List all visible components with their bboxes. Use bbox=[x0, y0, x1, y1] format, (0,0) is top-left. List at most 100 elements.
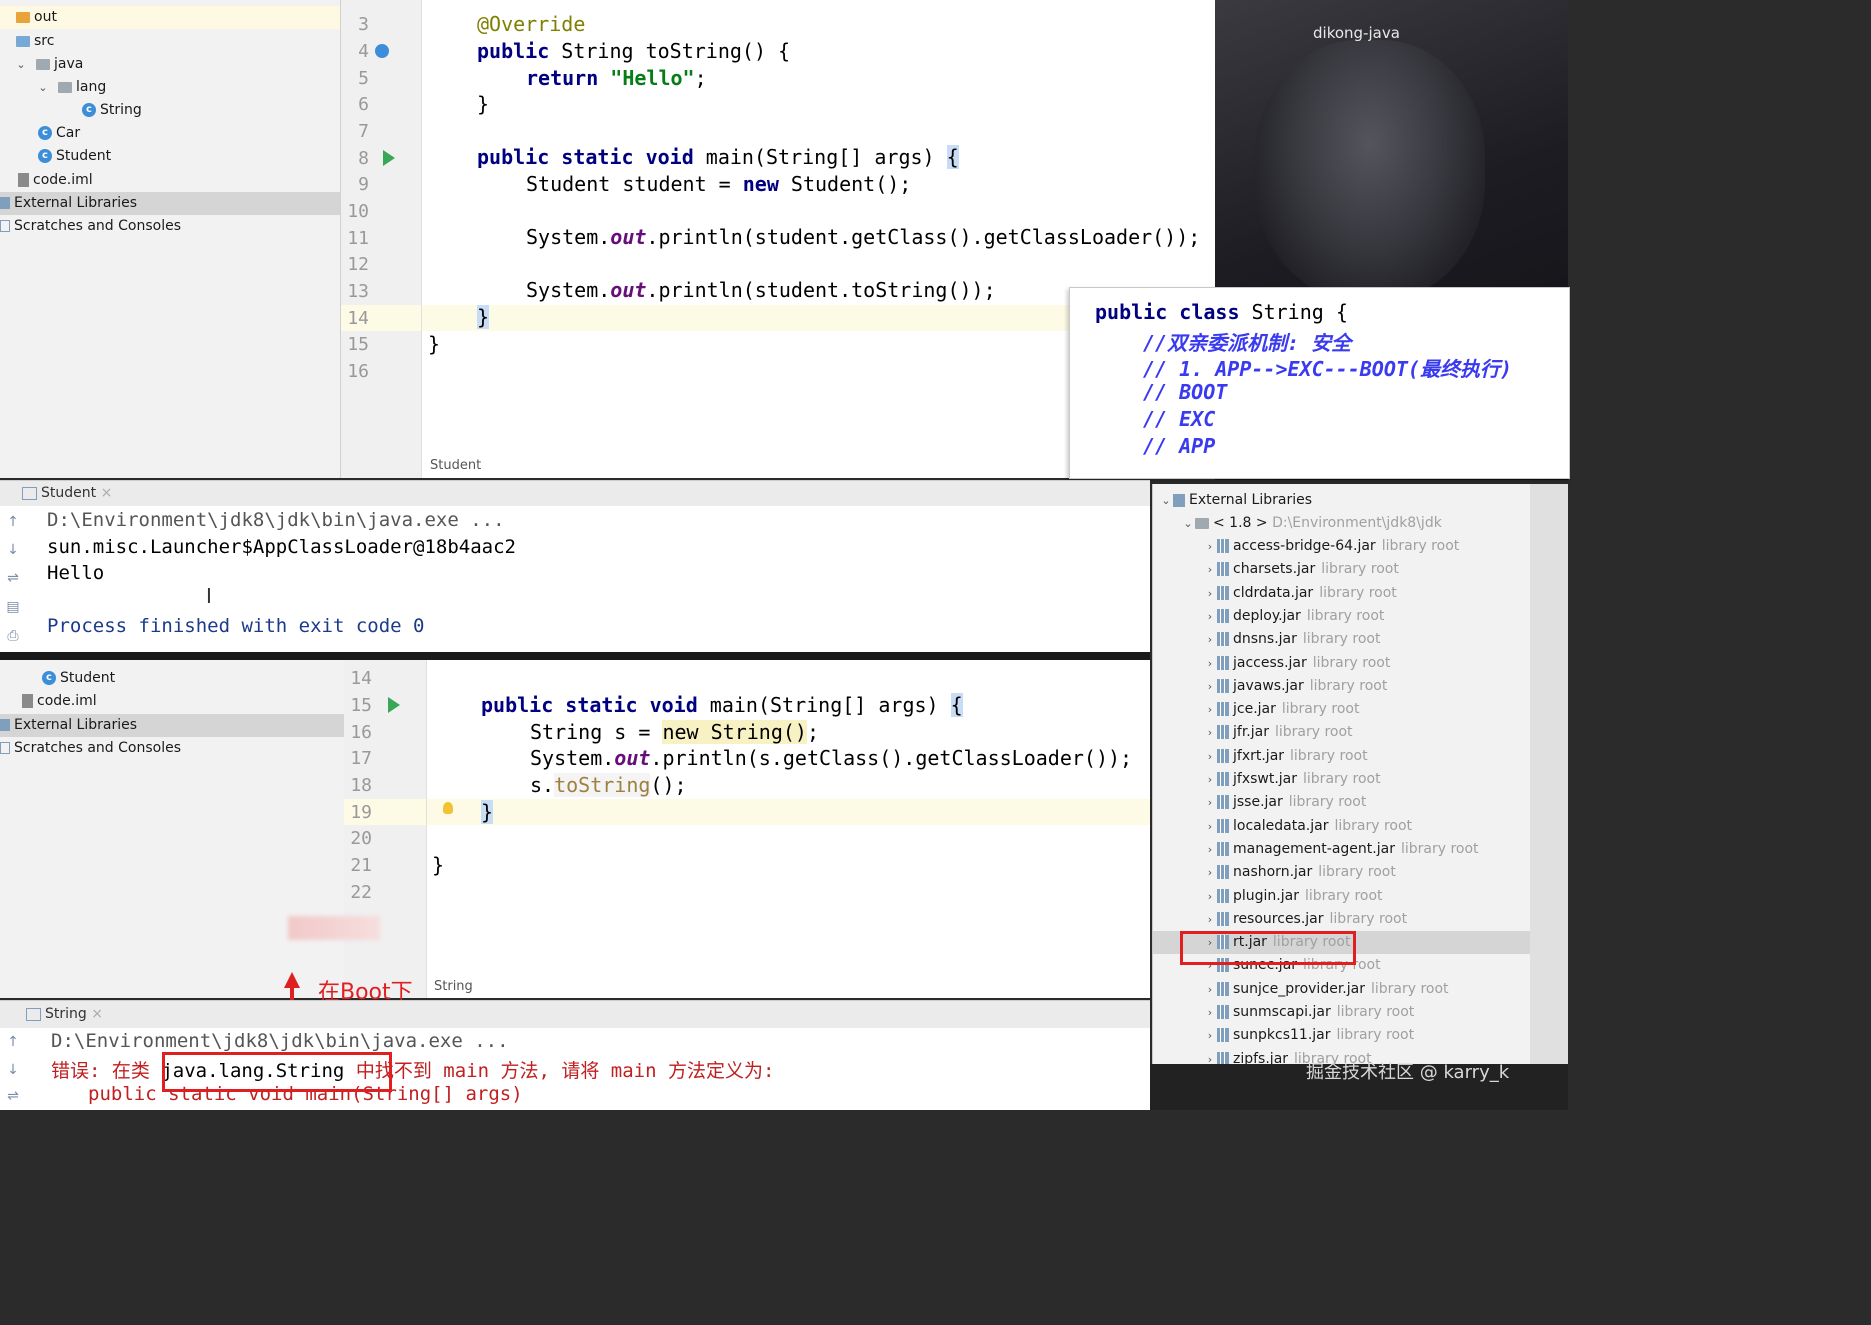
scroll-up-icon[interactable]: ↑ bbox=[4, 1034, 22, 1052]
jar-item[interactable]: › jfxswt.jar library root bbox=[1203, 768, 1381, 791]
chevron-right-icon[interactable]: › bbox=[1203, 908, 1217, 931]
chevron-right-icon[interactable]: › bbox=[1203, 838, 1217, 861]
console-error: 错误: 在类 java.lang.String 中找不到 main 方法, 请将… bbox=[51, 1060, 775, 1082]
chevron-right-icon[interactable]: › bbox=[1203, 791, 1217, 814]
jar-item[interactable]: › management-agent.jar library root bbox=[1203, 838, 1479, 861]
soft-wrap-icon[interactable]: ⇌ bbox=[4, 570, 22, 588]
chevron-right-icon[interactable]: › bbox=[1203, 1001, 1217, 1024]
jar-item[interactable]: › jfxrt.jar library root bbox=[1203, 745, 1368, 768]
jar-root-label: library root bbox=[1329, 910, 1408, 927]
jar-icon bbox=[1217, 1028, 1229, 1043]
jar-item[interactable]: › plugin.jar library root bbox=[1203, 885, 1383, 908]
jar-item[interactable]: › sunjce_provider.jar library root bbox=[1203, 978, 1449, 1001]
tree-item-src[interactable]: src bbox=[0, 30, 54, 53]
tree-item-scratches[interactable]: Scratches and Consoles bbox=[0, 737, 181, 760]
jar-item[interactable]: › deploy.jar library root bbox=[1203, 605, 1385, 628]
tree-item-student[interactable]: c Student bbox=[38, 145, 111, 168]
chevron-right-icon[interactable]: › bbox=[1203, 1024, 1217, 1047]
console-exit-message: Process finished with exit code 0 bbox=[47, 615, 425, 637]
print-icon[interactable]: ⎙ bbox=[4, 628, 22, 646]
chevron-right-icon[interactable]: › bbox=[1203, 745, 1217, 768]
chevron-down-icon[interactable]: ⌄ bbox=[1159, 489, 1173, 512]
chevron-right-icon[interactable]: › bbox=[1203, 768, 1217, 791]
tree-item-code-iml[interactable]: code.iml bbox=[18, 169, 93, 192]
chevron-right-icon[interactable]: › bbox=[1203, 628, 1217, 651]
tree-item-student[interactable]: c Student bbox=[42, 667, 115, 690]
scroll-down-icon[interactable]: ↓ bbox=[4, 1062, 22, 1080]
soft-wrap-icon[interactable]: ⇌ bbox=[4, 1088, 22, 1106]
tree-item-external-libraries[interactable]: External Libraries bbox=[0, 192, 340, 215]
jar-item[interactable]: › javaws.jar library root bbox=[1203, 675, 1388, 698]
lightbulb-icon[interactable] bbox=[443, 802, 453, 814]
jar-item[interactable]: › access-bridge-64.jar library root bbox=[1203, 535, 1459, 558]
jar-icon bbox=[1217, 539, 1229, 553]
jar-name: jaccess.jar bbox=[1233, 654, 1307, 671]
jar-item[interactable]: › dnsns.jar library root bbox=[1203, 628, 1381, 651]
chevron-right-icon[interactable]: › bbox=[1203, 721, 1217, 744]
tree-item-out[interactable]: out bbox=[0, 6, 340, 29]
code-line-13: System.out.println(student.toString()); bbox=[526, 278, 996, 302]
jar-item[interactable]: › sunpkcs11.jar library root bbox=[1203, 1024, 1414, 1047]
tree-item-java[interactable]: ⌄ java bbox=[14, 53, 83, 76]
chevron-right-icon[interactable]: › bbox=[1203, 535, 1217, 558]
chevron-right-icon[interactable]: › bbox=[1203, 885, 1217, 908]
scroll-up-icon[interactable]: ↑ bbox=[4, 514, 22, 532]
code-line-9: Student student = new Student(); bbox=[526, 172, 912, 196]
jar-root-label: library root bbox=[1400, 840, 1479, 857]
popup-line-5: // EXC bbox=[1143, 407, 1216, 431]
close-tab-icon[interactable]: × bbox=[91, 1006, 103, 1022]
line-number: 16 bbox=[347, 361, 369, 382]
libs-root[interactable]: ⌄ External Libraries bbox=[1159, 489, 1312, 512]
tree-item-lang[interactable]: ⌄ lang bbox=[36, 76, 106, 99]
line-number: 14 bbox=[350, 668, 372, 689]
jar-icon bbox=[1217, 772, 1229, 786]
chevron-right-icon[interactable]: › bbox=[1203, 815, 1217, 838]
libs-jdk[interactable]: ⌄ < 1.8 > D:\Environment\jdk8\jdk bbox=[1181, 512, 1441, 535]
chevron-right-icon[interactable]: › bbox=[1203, 582, 1217, 605]
tree-item-car[interactable]: c Car bbox=[38, 122, 80, 145]
breadcrumb[interactable]: Student bbox=[430, 458, 481, 473]
jar-item[interactable]: › jsse.jar library root bbox=[1203, 791, 1367, 814]
chevron-right-icon[interactable]: › bbox=[1203, 675, 1217, 698]
scroll-down-icon[interactable]: ↓ bbox=[4, 542, 22, 560]
jar-item[interactable]: › nashorn.jar library root bbox=[1203, 861, 1396, 884]
jar-item[interactable]: › jfr.jar library root bbox=[1203, 721, 1353, 744]
run-console-top[interactable]: ↑ ↓ ⇌ ▤ ⎙ D:\Environment\jdk8\jdk\bin\ja… bbox=[0, 506, 1150, 652]
libs-scrollbar[interactable] bbox=[1530, 484, 1568, 1064]
chevron-right-icon[interactable]: › bbox=[1203, 605, 1217, 628]
chevron-down-icon[interactable]: ⌄ bbox=[14, 53, 28, 76]
chevron-right-icon[interactable]: › bbox=[1203, 861, 1217, 884]
run-gutter-icon[interactable] bbox=[388, 697, 400, 713]
chevron-right-icon[interactable]: › bbox=[1203, 978, 1217, 1001]
tree-item-external-libraries[interactable]: External Libraries bbox=[0, 714, 344, 737]
scroll-to-end-icon[interactable]: ▤ bbox=[4, 599, 22, 617]
jar-item[interactable]: › charsets.jar library root bbox=[1203, 558, 1399, 581]
jar-icon bbox=[1217, 981, 1229, 996]
chevron-down-icon[interactable]: ⌄ bbox=[1181, 512, 1195, 535]
chevron-right-icon[interactable]: › bbox=[1203, 1048, 1217, 1064]
chevron-right-icon[interactable]: › bbox=[1203, 558, 1217, 581]
tree-item-scratches[interactable]: Scratches and Consoles bbox=[0, 215, 181, 238]
tree-item-string[interactable]: c String bbox=[82, 99, 142, 122]
jar-item[interactable]: › jaccess.jar library root bbox=[1203, 652, 1391, 675]
close-tab-icon[interactable]: × bbox=[101, 485, 113, 501]
jar-item[interactable]: › resources.jar library root bbox=[1203, 908, 1407, 931]
jar-icon bbox=[1217, 911, 1229, 926]
override-icon[interactable] bbox=[375, 44, 389, 58]
jar-item[interactable]: › localedata.jar library root bbox=[1203, 815, 1412, 838]
jar-item[interactable]: › sunmscapi.jar library root bbox=[1203, 1001, 1414, 1024]
code-line-4: public String toString() { bbox=[477, 39, 791, 63]
jar-item[interactable]: › cldrdata.jar library root bbox=[1203, 582, 1397, 605]
run-tab-student[interactable]: Student × bbox=[22, 485, 112, 501]
run-gutter-icon[interactable] bbox=[383, 150, 395, 166]
jar-name: dnsns.jar bbox=[1233, 631, 1297, 648]
chevron-right-icon[interactable]: › bbox=[1203, 698, 1217, 721]
tree-item-code-iml[interactable]: code.iml bbox=[22, 690, 97, 713]
jar-name: sunjce_provider.jar bbox=[1233, 980, 1365, 997]
jar-item[interactable]: › jce.jar library root bbox=[1203, 698, 1360, 721]
breadcrumb[interactable]: String bbox=[434, 979, 473, 994]
code-line-5: return "Hello"; bbox=[526, 66, 707, 90]
run-tab-string[interactable]: String × bbox=[26, 1006, 103, 1022]
chevron-down-icon[interactable]: ⌄ bbox=[36, 76, 50, 99]
chevron-right-icon[interactable]: › bbox=[1203, 652, 1217, 675]
